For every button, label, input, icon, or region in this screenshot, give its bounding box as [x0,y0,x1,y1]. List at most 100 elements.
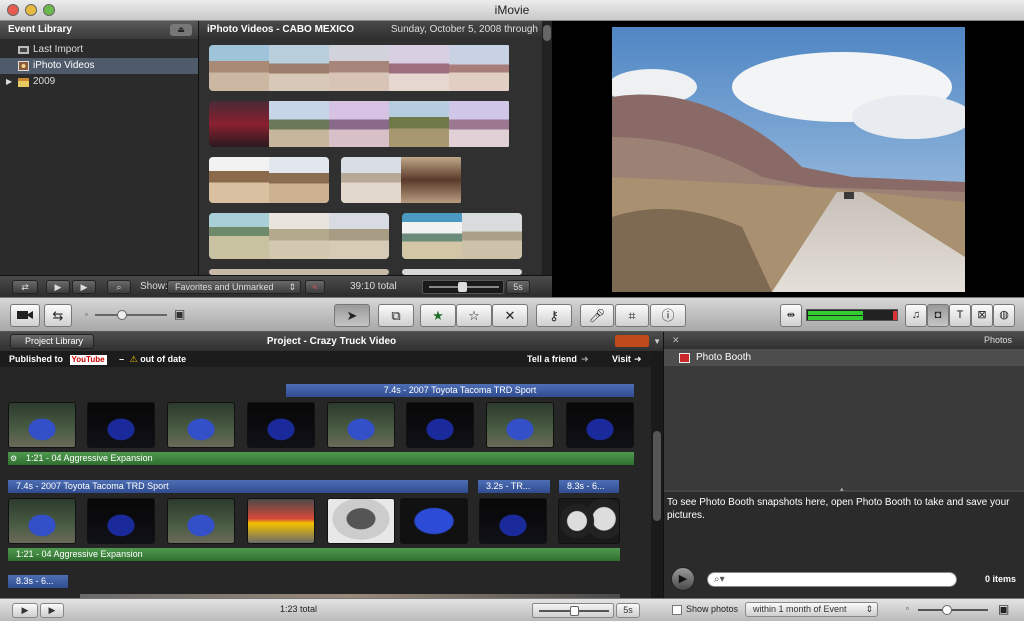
photos-search-field[interactable]: ⌕▾ [707,572,957,587]
photo-browser-button[interactable]: ◘ [927,304,949,327]
mark-favorite-button[interactable]: ★ [420,304,456,327]
title-clip[interactable]: 3.2s - TR... [478,480,550,493]
audio-skimming-button[interactable]: ⇹ [780,304,802,327]
project-zoom-slider[interactable] [532,603,614,618]
arrow-right-circle-icon[interactable]: ➜ [634,351,642,367]
slider-thumb[interactable] [117,310,127,320]
event-browser-header: iPhoto Videos - CABO MEXICO Sunday, Octo… [199,21,552,39]
play-fullscreen-button[interactable]: ▶ [46,280,70,294]
title-clip[interactable]: 8.3s - 6... [8,575,68,588]
play-button[interactable]: ▶ [72,280,96,294]
tell-friend-link[interactable]: Tell a friend [527,351,577,367]
event-item-2009[interactable]: ▶ 2009 [0,74,198,90]
audio-waveform-button[interactable]: ≈ [305,280,325,294]
visit-link[interactable]: Visit [612,351,631,367]
show-photos-checkbox[interactable] [672,605,682,615]
event-library: Event Library ⏏ Last Import iPhoto Video… [0,21,199,275]
inspector-button[interactable]: ⓘ [650,304,686,327]
camera-icon: ◘ [934,309,942,321]
event-clip[interactable] [209,45,511,91]
clip-frame [209,213,269,259]
event-zoom-slider[interactable] [422,280,504,294]
play-project-fullscreen-button[interactable]: ▶ [12,603,38,618]
swap-project-events-button[interactable]: ⇆ [44,304,72,327]
photo-size-slider[interactable] [918,605,988,615]
titles-browser-button[interactable]: T [949,304,971,327]
transitions-browser-button[interactable]: ⊠ [971,304,993,327]
project-clip[interactable] [87,498,155,544]
arrow-right-circle-icon[interactable]: ➜ [581,351,589,367]
slider-thumb[interactable] [458,282,467,292]
event-browser-scrollbar[interactable] [542,21,552,275]
slider-thumb[interactable] [942,605,952,615]
title-clip[interactable]: 7.4s - 2007 Toyota Tacoma TRD Sport [286,384,634,397]
project-clip[interactable] [8,402,76,448]
large-thumbnail-icon: ▣ [174,307,186,321]
project-clip[interactable] [566,402,634,448]
music-track[interactable]: ⚙ 1:21 - 04 Aggressive Expansion [8,452,634,465]
project-clip[interactable] [486,402,554,448]
video-frame-image [612,27,965,292]
event-clip[interactable] [402,213,522,259]
transition-icon: ⊠ [977,309,987,321]
minimize-icon[interactable] [25,4,37,16]
zoom-icon[interactable] [43,4,55,16]
music-browser-button[interactable]: ♫ [905,304,927,327]
project-clip[interactable] [406,402,474,448]
music-track[interactable]: 1:21 - 04 Aggressive Expansion [8,548,620,561]
project-clip[interactable] [400,498,468,544]
event-item-iphoto-videos[interactable]: iPhoto Videos [0,58,198,74]
slider-thumb[interactable] [570,606,579,616]
maps-browser-button[interactable]: ◍ [993,304,1015,327]
unmark-button[interactable]: ☆ [456,304,492,327]
photos-header: ✕ Photos [664,332,1024,349]
close-icon[interactable] [7,4,19,16]
crop-button[interactable]: ⌗ [615,304,649,327]
event-clip[interactable] [209,101,511,147]
event-clip[interactable] [341,157,463,203]
thumbnail-size-slider[interactable] [95,310,167,320]
scrollbar-thumb[interactable] [653,431,661,521]
project-clip[interactable] [87,402,155,448]
comments-chapter-markers-button[interactable] [615,335,649,347]
close-icon[interactable]: ✕ [672,332,680,349]
chevron-down-icon: ⇕ [288,282,296,292]
project-clip[interactable] [167,402,235,448]
event-clip[interactable] [209,213,389,259]
chevron-down-icon[interactable]: ▼ [653,332,661,351]
event-item-last-import[interactable]: Last Import [0,42,198,58]
project-clip[interactable] [479,498,547,544]
reject-button[interactable]: ✕ [492,304,528,327]
keyword-button[interactable]: ⚷ [536,304,572,327]
play-photos-button[interactable]: ▶ [671,567,695,591]
photo-booth-item[interactable]: Photo Booth [664,349,1024,366]
music-gear-icon[interactable]: ⚙ [10,452,17,465]
project-clip[interactable] [247,402,315,448]
project-clip[interactable] [247,498,315,544]
photo-booth-info: To see Photo Booth snapshots here, open … [664,492,1024,562]
arrow-tool-button[interactable]: ➤ [334,304,370,327]
project-clip[interactable] [167,498,235,544]
eject-icon[interactable]: ⏏ [170,24,192,36]
project-clip[interactable] [327,402,395,448]
show-filter-select[interactable]: Favorites and Unmarked ⇕ [167,280,301,294]
show-photos-select[interactable]: within 1 month of Event ⇕ [745,602,878,617]
project-clip[interactable] [327,498,395,544]
voiceover-button[interactable]: 🎤︎ [580,304,614,327]
title-clip[interactable]: 8.3s - 6... [559,480,619,493]
play-project-button[interactable]: ▶ [40,603,64,618]
camera-import-button[interactable] [10,304,40,327]
title-clip[interactable]: 7.4s - 2007 Toyota Tacoma TRD Sport [8,480,468,493]
event-clip[interactable] [209,157,329,203]
project-clip[interactable] [8,498,76,544]
show-hide-events-button[interactable]: ⇄ [12,280,38,294]
project-scrollbar[interactable] [651,351,663,598]
disclosure-triangle-icon[interactable]: ▶ [6,74,12,90]
clip-frame [329,45,389,91]
add-to-project-button[interactable]: ⧉ [378,304,414,327]
scrollbar-thumb[interactable] [543,25,551,41]
photos-search-input[interactable] [734,574,950,586]
project-clip[interactable] [558,498,620,544]
zoom-search-icon[interactable]: ⌕ [107,280,131,294]
project-library-button[interactable]: Project Library [10,334,95,349]
